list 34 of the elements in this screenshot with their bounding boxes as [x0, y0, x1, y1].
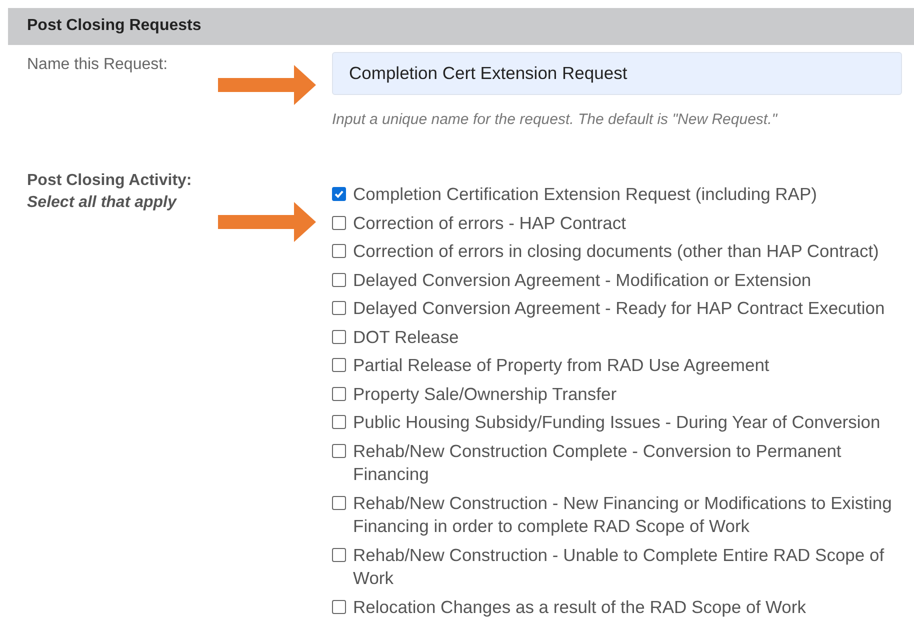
- checkbox[interactable]: [332, 496, 346, 510]
- option-label: Completion Certification Extension Request (including RAP): [353, 183, 818, 206]
- option-label: DOT Release: [353, 326, 460, 348]
- checkbox[interactable]: [332, 444, 346, 458]
- section-header: Post Closing Requests: [8, 8, 914, 45]
- arrow-icon: [218, 202, 316, 242]
- checkbox[interactable]: [332, 358, 346, 372]
- option-label: Rehab/New Construction - New Financing or Modifications to Existing Financing in order to complete RAD Scope of Work: [353, 492, 893, 538]
- option-label: Rehab/New Construction Complete - Conversion to Permanent Financing: [353, 440, 842, 486]
- option-label: Delayed Conversion Agreement - Ready for HAP Contract Execution: [353, 297, 886, 320]
- option-label: Public Housing Subsidy/Funding Issues - During Year of Conversion: [353, 411, 882, 434]
- checkbox[interactable]: [332, 272, 346, 286]
- checkbox[interactable]: [332, 301, 346, 315]
- checkbox[interactable]: [332, 244, 346, 258]
- option-label: Relocation Changes as a result of the RAD Scope of Work: [353, 596, 807, 619]
- checkbox[interactable]: [332, 600, 346, 614]
- activity-label: Post Closing Activity:: [27, 171, 193, 191]
- field-label: Name this Request:: [27, 55, 169, 75]
- checkbox[interactable]: [332, 187, 346, 201]
- option-label: Correction of errors in closing documents (other than HAP Contract): [353, 240, 880, 263]
- request-name-field[interactable]: Completion Cert Extension Request: [332, 52, 902, 95]
- option-label: Rehab/New Construction - Unable to Complete Entire RAD Scope of Work: [353, 544, 886, 590]
- option-label: Partial Release of Property from RAD Use Agreement: [353, 354, 770, 377]
- checkbox[interactable]: [332, 548, 346, 562]
- checkbox[interactable]: [332, 415, 346, 429]
- option-label: Correction of errors - HAP Contract: [353, 212, 627, 234]
- option-label: Delayed Conversion Agreement - Modification or Extension: [353, 268, 812, 292]
- option-label: Property Sale/Ownership Transfer: [353, 382, 618, 406]
- checkbox[interactable]: [332, 330, 346, 344]
- arrow-icon: [218, 65, 316, 105]
- field-hint: Input a unique name for the request. The default is "New Request.": [332, 111, 778, 128]
- activity-sublabel: Select all that apply: [27, 193, 178, 213]
- checkbox[interactable]: [332, 386, 346, 400]
- checkbox[interactable]: [332, 216, 346, 230]
